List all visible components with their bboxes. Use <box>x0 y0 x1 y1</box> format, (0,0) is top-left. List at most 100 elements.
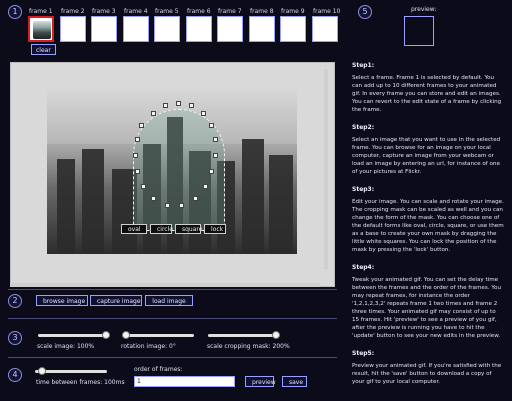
clear-button[interactable]: clear <box>31 44 56 55</box>
frame-label-5: frame 5 <box>155 8 179 15</box>
capture-image-label: capture image <box>97 298 141 305</box>
frame-label-8: frame 8 <box>250 8 274 15</box>
time-between-frames-slider[interactable] <box>35 367 107 375</box>
rotation-image-label: rotation image: 0° <box>121 343 176 350</box>
load-image-label: load image <box>152 298 186 305</box>
frame-9[interactable] <box>280 16 306 42</box>
slider-thumb[interactable] <box>272 331 280 339</box>
mask-handle[interactable] <box>179 203 184 208</box>
vertical-scrollbar[interactable] <box>324 69 328 269</box>
browse-image-label: browse image <box>43 298 86 305</box>
step1-title: Step1: <box>352 62 375 69</box>
scale-mask-slider[interactable] <box>208 331 280 339</box>
frame-label-1: frame 1 <box>29 8 53 15</box>
horizontal-scrollbar[interactable] <box>10 283 320 287</box>
mask-handle[interactable] <box>141 184 146 189</box>
order-of-frames-value: 1 <box>137 378 141 385</box>
step-3-label: 3 <box>12 333 18 342</box>
clear-label: clear <box>36 47 51 54</box>
mask-handle[interactable] <box>213 153 218 158</box>
mask-handle[interactable] <box>193 196 198 201</box>
step1-text: Select a frame. Frame 1 is selected by d… <box>352 75 502 113</box>
frame-label-7: frame 7 <box>218 8 242 15</box>
slider-thumb[interactable] <box>122 331 130 339</box>
preview-button-label: preview <box>252 379 276 386</box>
step2-text: Select an image that you want to use in … <box>352 137 501 175</box>
frame-1[interactable] <box>28 16 54 42</box>
scale-mask-label: scale cropping mask: 200% <box>207 343 290 350</box>
step3-title: Step3: <box>352 186 375 193</box>
save-button-label: save <box>289 379 304 386</box>
scale-image-label: scale image: 100% <box>37 343 95 350</box>
frame-2[interactable] <box>60 16 86 42</box>
mask-handle[interactable] <box>135 169 140 174</box>
step4-title: Step4: <box>352 264 375 271</box>
mask-handle[interactable] <box>189 103 194 108</box>
mask-handle[interactable] <box>165 203 170 208</box>
image-editor-canvas[interactable]: oval circle square lock <box>10 62 335 287</box>
mask-handle[interactable] <box>163 103 168 108</box>
step5-title: Step5: <box>352 350 375 357</box>
step5-text: Preview your animated gif. If you're sat… <box>352 363 502 385</box>
preview-button[interactable]: preview <box>245 376 276 387</box>
slider-thumb[interactable] <box>102 331 110 339</box>
preview-box <box>404 16 434 46</box>
step-1-label: 1 <box>12 7 18 16</box>
order-of-frames-label: order of frames: <box>134 366 183 373</box>
separator <box>8 357 337 358</box>
browse-image-button[interactable]: browse image <box>36 295 88 306</box>
frame-7[interactable] <box>217 16 243 42</box>
load-image-button[interactable]: load image <box>145 295 193 306</box>
step-3-marker: 3 <box>8 331 22 345</box>
mask-handle[interactable] <box>151 111 156 116</box>
step-4-label: 4 <box>12 370 18 379</box>
building <box>242 139 264 254</box>
mask-handle[interactable] <box>135 137 140 142</box>
building <box>57 159 75 254</box>
frame-label-10: frame 10 <box>313 8 341 15</box>
step3-text: Edit your image. You can scale and rotat… <box>352 199 504 253</box>
frame-label-9: frame 9 <box>281 8 305 15</box>
frame-label-6: frame 6 <box>187 8 211 15</box>
frame-label-3: frame 3 <box>92 8 116 15</box>
frame-4[interactable] <box>123 16 149 42</box>
order-of-frames-input[interactable]: 1 <box>134 376 235 387</box>
building <box>82 149 104 254</box>
step-4-marker: 4 <box>8 368 22 382</box>
step-2-marker: 2 <box>8 294 22 308</box>
mask-handle[interactable] <box>133 153 138 158</box>
mask-shape-lock-button[interactable]: lock <box>204 224 226 234</box>
instructions-panel: Step1: Select a frame. Frame 1 is select… <box>352 62 504 386</box>
step-2-label: 2 <box>12 296 18 305</box>
frame-10[interactable] <box>312 16 338 42</box>
mask-shape-circle-button[interactable]: circle <box>150 224 173 234</box>
rotation-image-slider[interactable] <box>122 331 194 339</box>
step-1-marker: 1 <box>8 5 22 19</box>
preview-label: preview: <box>411 6 437 13</box>
step-5-label: 5 <box>362 7 368 16</box>
slider-thumb[interactable] <box>38 367 46 375</box>
frame-3[interactable] <box>91 16 117 42</box>
frame-label-4: frame 4 <box>124 8 148 15</box>
step4-text: Tweak your animated gif. You can set the… <box>352 277 501 339</box>
frame-thumbnail <box>33 21 51 39</box>
mask-handle[interactable] <box>209 123 214 128</box>
save-button[interactable]: save <box>282 376 307 387</box>
mask-handle[interactable] <box>176 101 181 106</box>
frame-6[interactable] <box>186 16 212 42</box>
capture-image-button[interactable]: capture image <box>90 295 142 306</box>
frame-8[interactable] <box>249 16 275 42</box>
time-between-frames-label: time between frames: 100ms <box>36 379 125 386</box>
mask-handle[interactable] <box>209 169 214 174</box>
step-5-marker: 5 <box>358 5 372 19</box>
mask-handle[interactable] <box>203 184 208 189</box>
frame-5[interactable] <box>154 16 180 42</box>
separator <box>8 289 337 290</box>
mask-shape-oval-button[interactable]: oval <box>121 224 147 234</box>
mask-handle[interactable] <box>139 123 144 128</box>
mask-handle[interactable] <box>151 196 156 201</box>
mask-shape-square-button[interactable]: square <box>175 224 202 234</box>
mask-handle[interactable] <box>213 137 218 142</box>
mask-handle[interactable] <box>201 111 206 116</box>
scale-image-slider[interactable] <box>38 331 110 339</box>
